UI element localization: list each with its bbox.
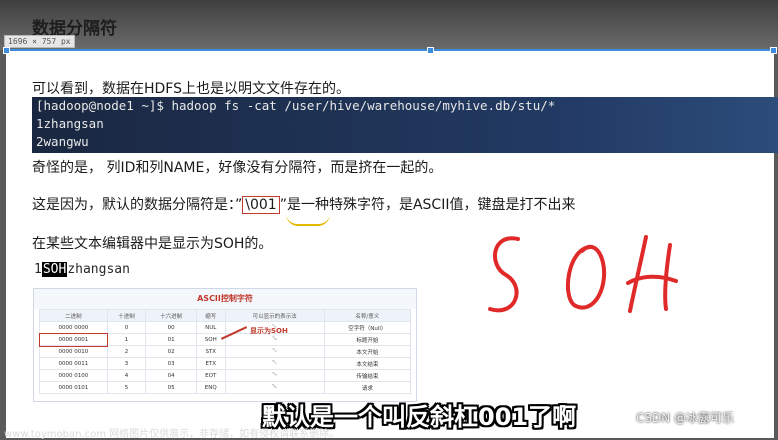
table-cell: 空字符（Null） [323,321,412,334]
table-header: 十六进制 [145,309,197,322]
table-row: 0000 0000 0 00 NUL ␀ 空字符（Null） [39,321,412,334]
table-cell: 传输结束 [323,369,412,382]
table-cell: ␅ [224,381,325,394]
reason-after: ”是一种特殊字符，是ASCII值，键盘是打不出来 [279,197,576,213]
separator-code: \001 [242,196,280,214]
table-cell: ␂ [224,345,325,358]
table-header: 名称/意义 [323,309,412,322]
table-cell: 0000 0010 [39,345,108,358]
terminal-row-2: 2wangwu [36,134,89,149]
table-cell: NUL [195,321,226,334]
editor-line: 在某些文本编辑器中是显示为SOH的。 [32,236,273,252]
terminal-output: [hadoop@node1 ~]$ hadoop fs -cat /user/h… [32,97,778,153]
table-cell: ␃ [224,357,325,370]
table-cell: 请求 [323,381,412,394]
table-cell: 05 [145,381,197,394]
selection-edge[interactable] [6,49,774,51]
table-cell: 0000 0100 [39,369,108,382]
soh-suffix: zhangsan [67,262,130,277]
soh-glyph: SOH [41,262,68,277]
table-cell: 00 [145,321,197,334]
resize-handle-right[interactable] [770,47,777,54]
table-cell: ETX [195,357,226,370]
yellow-underline-mark [286,214,330,226]
table-annotation: 显示为SOH [250,327,288,335]
handwritten-soh [488,235,678,313]
terminal-command: [hadoop@node1 ~]$ hadoop fs -cat /user/h… [36,98,556,113]
table-cell: 02 [145,345,197,358]
table-cell: 04 [145,369,197,382]
table-row: 0000 0011 3 03 ETX ␃ 本文结束 [39,357,412,370]
reason-before: 这是因为，默认的数据分隔符是：” [32,197,243,213]
table-cell: 0000 0001 [38,332,109,347]
table-cell: 1 [106,333,147,346]
table-header: 十进制 [106,309,147,322]
table-cell: 4 [106,369,147,382]
table-cell: 0000 0000 [39,321,108,334]
ascii-table-title: ASCII控制字符 [34,289,416,309]
table-header: 可以显示的表示法 [224,309,325,322]
table-row: 0000 0100 4 04 EOT ␄ 传输结束 [39,369,412,382]
soh-prefix: 1 [34,262,42,277]
table-cell: 0000 0101 [39,381,108,394]
reason-line: 这是因为，默认的数据分隔符是：” \001 ”是一种特殊字符，是ASCII值，键盘是… [32,194,575,214]
ascii-table-image: ASCII控制字符 二进制 十进制 十六进制 缩写 可以显示的表示法 名称/意义… [33,288,417,402]
table-cell: 01 [145,333,197,346]
table-cell: 0 [106,321,147,334]
resize-handle-left[interactable] [3,47,10,54]
soh-example: 1SOHzhangsan [34,262,130,277]
dimension-badge: 1696 × 757 px [4,35,75,48]
table-cell: 5 [106,381,147,394]
strange-line: 奇怪的是， 列ID和列NAME，好像没有分隔符，而是挤在一起的。 [32,160,443,176]
ascii-table: 二进制 十进制 十六进制 缩写 可以显示的表示法 名称/意义 0000 0000… [38,309,412,394]
table-header: 缩写 [195,309,226,322]
table-cell: ␄ [224,369,325,382]
table-cell: 2 [106,345,147,358]
terminal-row-1: 1zhangsan [36,116,104,131]
watermark-right: CSDN @冰露可乐 [636,411,735,425]
table-header: 二进制 [39,309,108,322]
table-cell: 本文开始 [323,345,412,358]
table-cell: 标题开始 [323,333,412,346]
table-row: 0000 0010 2 02 STX ␂ 本文开始 [39,345,412,358]
table-row: 0000 0101 5 05 ENQ ␅ 请求 [39,381,412,394]
table-cell: 3 [106,357,147,370]
table-cell: STX [195,345,226,358]
table-header-row: 二进制 十进制 十六进制 缩写 可以显示的表示法 名称/意义 [39,309,412,322]
table-cell: 03 [145,357,197,370]
table-cell: 本文结束 [323,357,412,370]
table-cell: 0000 0011 [39,357,108,370]
table-cell: EOT [195,369,226,382]
table-cell: ENQ [195,381,226,394]
intro-line: 可以看到，数据在HDFS上也是以明文文件存在的。 [32,81,350,97]
resize-handle-center[interactable] [427,47,434,54]
